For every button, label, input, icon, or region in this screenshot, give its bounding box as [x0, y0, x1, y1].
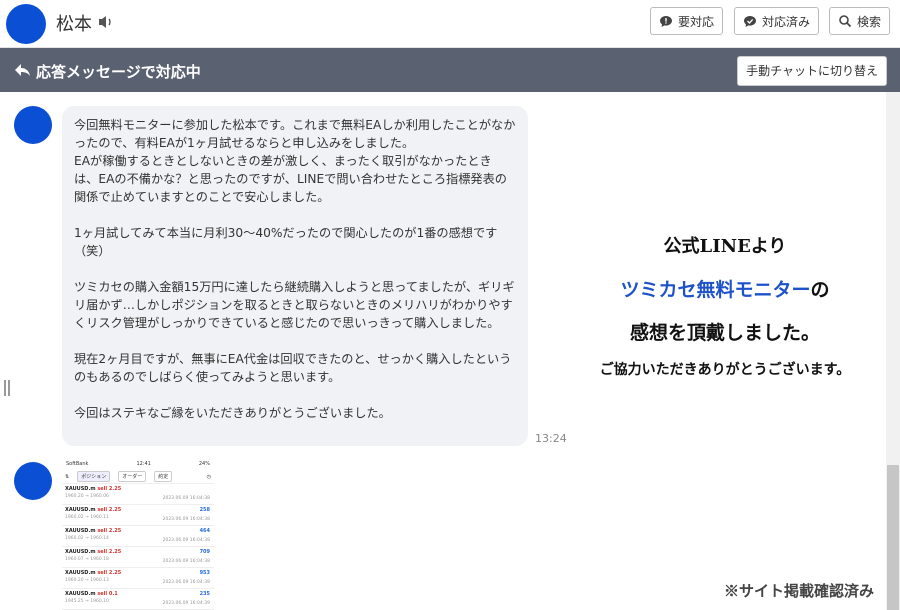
trade-side: sell 2.25 — [97, 507, 122, 513]
trade-row: XAUUSD.m sell 2.25 1960.20 → 1960.06 2023.… — [62, 484, 214, 505]
chat-header: 松本 要対応 対応済み 検索 — [0, 0, 900, 48]
trade-datetime: 2023.06.09 16:04:38 — [162, 559, 210, 564]
trade-row: XAUUSD.m sell 2.25 1960.02 → 1960.14 464 20… — [62, 526, 214, 547]
trade-side: sell 2.25 — [97, 570, 122, 576]
trade-datetime: 2023.06.09 16:04:38 — [162, 580, 210, 585]
trade-datetime: 2023.06.09 16:04:38 — [162, 496, 210, 501]
user-avatar[interactable] — [6, 4, 46, 44]
user-name: 松本 — [56, 14, 92, 35]
chat-bubble-icon — [660, 16, 672, 27]
phone-tab-deals: 約定 — [154, 471, 173, 482]
phone-tab-positions: ポジション — [77, 471, 111, 482]
trade-amount: 258 — [199, 507, 210, 513]
responded-button[interactable]: 対応済み — [734, 7, 820, 35]
search-icon — [839, 15, 852, 28]
trade-symbol: XAUUSD.m — [65, 591, 96, 597]
trade-symbol: XAUUSD.m — [65, 486, 96, 492]
phone-tabs: ⇅ ポジション オーダー 約定 ◷ — [62, 470, 214, 484]
trade-datetime: 2023.06.09 16:04:38 — [162, 538, 210, 543]
site-confirmed-note: ※サイト掲載確認済み — [723, 582, 874, 600]
reply-icon — [15, 64, 30, 76]
trade-side: sell 2.25 — [97, 486, 122, 492]
promo-caption: 公式LINEより ツミカセ無料モニターの 感想を頂戴しました。 ご協力いただきあ… — [560, 232, 890, 379]
status-bar: 応答メッセージで対応中 手動チャットに切り替え — [0, 48, 900, 92]
promo-line-2-rest: の — [810, 279, 830, 301]
promo-line-1: 公式LINEより — [663, 236, 787, 257]
trade-amount: 235 — [199, 591, 210, 597]
needs-response-label: 要対応 — [678, 14, 715, 29]
responded-label: 対応済み — [762, 14, 811, 29]
trade-amount: 709 — [199, 549, 210, 555]
phone-carrier: SoftBank — [66, 461, 89, 467]
message-time: 13:24 — [535, 432, 567, 445]
trade-row: XAUUSD.m sell 0.1 1945.25 → 1960.10 235 202… — [62, 589, 214, 610]
search-label: 検索 — [857, 14, 882, 29]
trade-row: XAUUSD.m sell 2.25 1960.02 → 1960.11 258 20… — [62, 505, 214, 526]
chat-page: 松本 要対応 対応済み 検索 応答メッセージで対応中 手動チャットに切り替え 今… — [0, 0, 900, 610]
trade-amount: 953 — [199, 570, 210, 576]
promo-line-3: 感想を頂戴しました。 — [629, 322, 820, 344]
promo-line-2: ツミカセ無料モニターの — [560, 275, 890, 302]
message-bubble: 今回無料モニターに参加した松本です。これまで無料EAしか利用したことがなかったの… — [62, 106, 528, 446]
trade-symbol: XAUUSD.m — [65, 570, 96, 576]
trade-symbol: XAUUSD.m — [65, 549, 96, 555]
promo-line-4: ご協力いただきありがとうございます。 — [599, 362, 851, 378]
scrollbar-thumb[interactable] — [887, 465, 899, 610]
trade-datetime: 2023.06.09 16:04:39 — [162, 601, 210, 606]
trade-row: XAUUSD.m sell 2.25 1960.07 → 1960.18 709 20… — [62, 547, 214, 568]
phone-battery: 24% — [198, 461, 210, 467]
trade-datetime: 2023.06.09 16:04:38 — [162, 517, 210, 522]
chat-check-icon — [744, 16, 756, 27]
trade-history-screenshot[interactable]: SoftBank 12:41 24% ⇅ ポジション オーダー 約定 ◷ XAU… — [62, 460, 214, 610]
switch-to-manual-chat-button[interactable]: 手動チャットに切り替え — [737, 56, 887, 86]
trade-symbol: XAUUSD.m — [65, 528, 96, 534]
needs-response-button[interactable]: 要対応 — [650, 7, 724, 35]
trade-side: sell 2.25 — [97, 528, 122, 534]
phone-tab-orders: オーダー — [118, 471, 147, 482]
trade-symbol: XAUUSD.m — [65, 507, 96, 513]
phone-time: 12:41 — [136, 461, 151, 467]
phone-status-bar: SoftBank 12:41 24% — [62, 460, 214, 470]
promo-highlight: ツミカセ無料モニター — [620, 279, 811, 301]
trade-side: sell 2.25 — [97, 549, 122, 555]
resize-handle[interactable] — [4, 380, 10, 396]
search-button[interactable]: 検索 — [829, 7, 891, 35]
trade-side: sell 0.1 — [97, 591, 118, 597]
sender-avatar-2[interactable] — [14, 462, 52, 500]
speaker-icon[interactable] — [97, 14, 115, 30]
clock-icon: ◷ — [206, 473, 211, 480]
trade-amount: 464 — [199, 528, 210, 534]
trade-row: XAUUSD.m sell 2.25 1960.20 → 1960.13 953 20… — [62, 568, 214, 589]
sort-icon: ⇅ — [65, 473, 70, 480]
sender-avatar[interactable] — [14, 106, 52, 144]
status-text: 応答メッセージで対応中 — [36, 63, 201, 81]
